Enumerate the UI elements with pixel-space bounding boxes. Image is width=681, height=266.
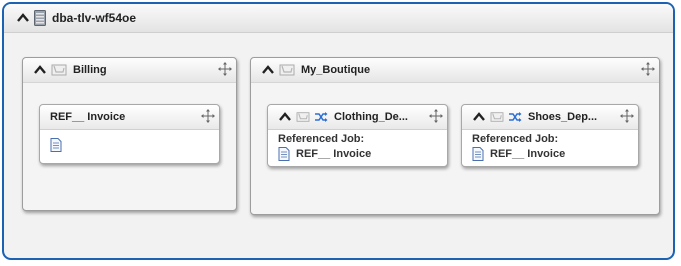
clothing-card[interactable]: Clothing_De... Referenced Job: REF__ Inv… xyxy=(267,104,448,167)
cart-icon xyxy=(279,64,295,76)
document-icon xyxy=(50,138,62,152)
invoice-card-title: REF__ Invoice xyxy=(50,111,126,123)
invoice-card[interactable]: REF__ Invoice xyxy=(39,104,220,164)
document-icon xyxy=(278,147,290,161)
cart-icon xyxy=(296,112,310,122)
shoes-card-title: Shoes_Dep... xyxy=(528,111,598,123)
move-icon[interactable] xyxy=(429,109,443,123)
referenced-job-label: Referenced Job: xyxy=(278,133,365,145)
move-icon[interactable] xyxy=(218,62,232,76)
referenced-job-link[interactable]: REF__ Invoice xyxy=(472,147,638,161)
shuffle-icon xyxy=(509,112,522,122)
shoes-card[interactable]: Shoes_Dep... Referenced Job: REF__ Invoi… xyxy=(461,104,639,167)
clothing-card-title: Clothing_De... xyxy=(334,111,408,123)
boutique-header: My_Boutique xyxy=(251,58,659,83)
referenced-job-name: REF__ Invoice xyxy=(490,148,566,160)
server-title: dba-tlv-wf54oe xyxy=(52,11,137,25)
referenced-job-name: REF__ Invoice xyxy=(296,148,372,160)
shoes-card-header: Shoes_Dep... xyxy=(462,105,638,130)
server-panel: dba-tlv-wf54oe Billing REF__ Invoice My_… xyxy=(2,2,675,260)
invoice-card-header: REF__ Invoice xyxy=(40,105,219,130)
cart-icon xyxy=(51,64,67,76)
server-header: dba-tlv-wf54oe xyxy=(4,4,673,33)
document-icon xyxy=(472,147,484,161)
referenced-job-label: Referenced Job: xyxy=(472,133,559,145)
shuffle-icon xyxy=(315,112,328,122)
collapse-icon[interactable] xyxy=(16,11,30,25)
move-icon[interactable] xyxy=(620,109,634,123)
billing-header: Billing xyxy=(23,58,236,83)
move-icon[interactable] xyxy=(201,109,215,123)
collapse-icon[interactable] xyxy=(278,110,292,124)
cart-icon xyxy=(490,112,504,122)
referenced-job-link[interactable]: REF__ Invoice xyxy=(278,147,447,161)
collapse-icon[interactable] xyxy=(33,63,47,77)
collapse-icon[interactable] xyxy=(261,63,275,77)
boutique-panel[interactable]: My_Boutique Clothing_De... Referenced Jo… xyxy=(250,57,660,215)
billing-panel[interactable]: Billing REF__ Invoice xyxy=(22,57,237,211)
server-icon xyxy=(34,10,46,26)
move-icon[interactable] xyxy=(641,62,655,76)
boutique-title: My_Boutique xyxy=(301,64,371,76)
billing-title: Billing xyxy=(73,64,107,76)
collapse-icon[interactable] xyxy=(472,110,486,124)
clothing-card-header: Clothing_De... xyxy=(268,105,447,130)
